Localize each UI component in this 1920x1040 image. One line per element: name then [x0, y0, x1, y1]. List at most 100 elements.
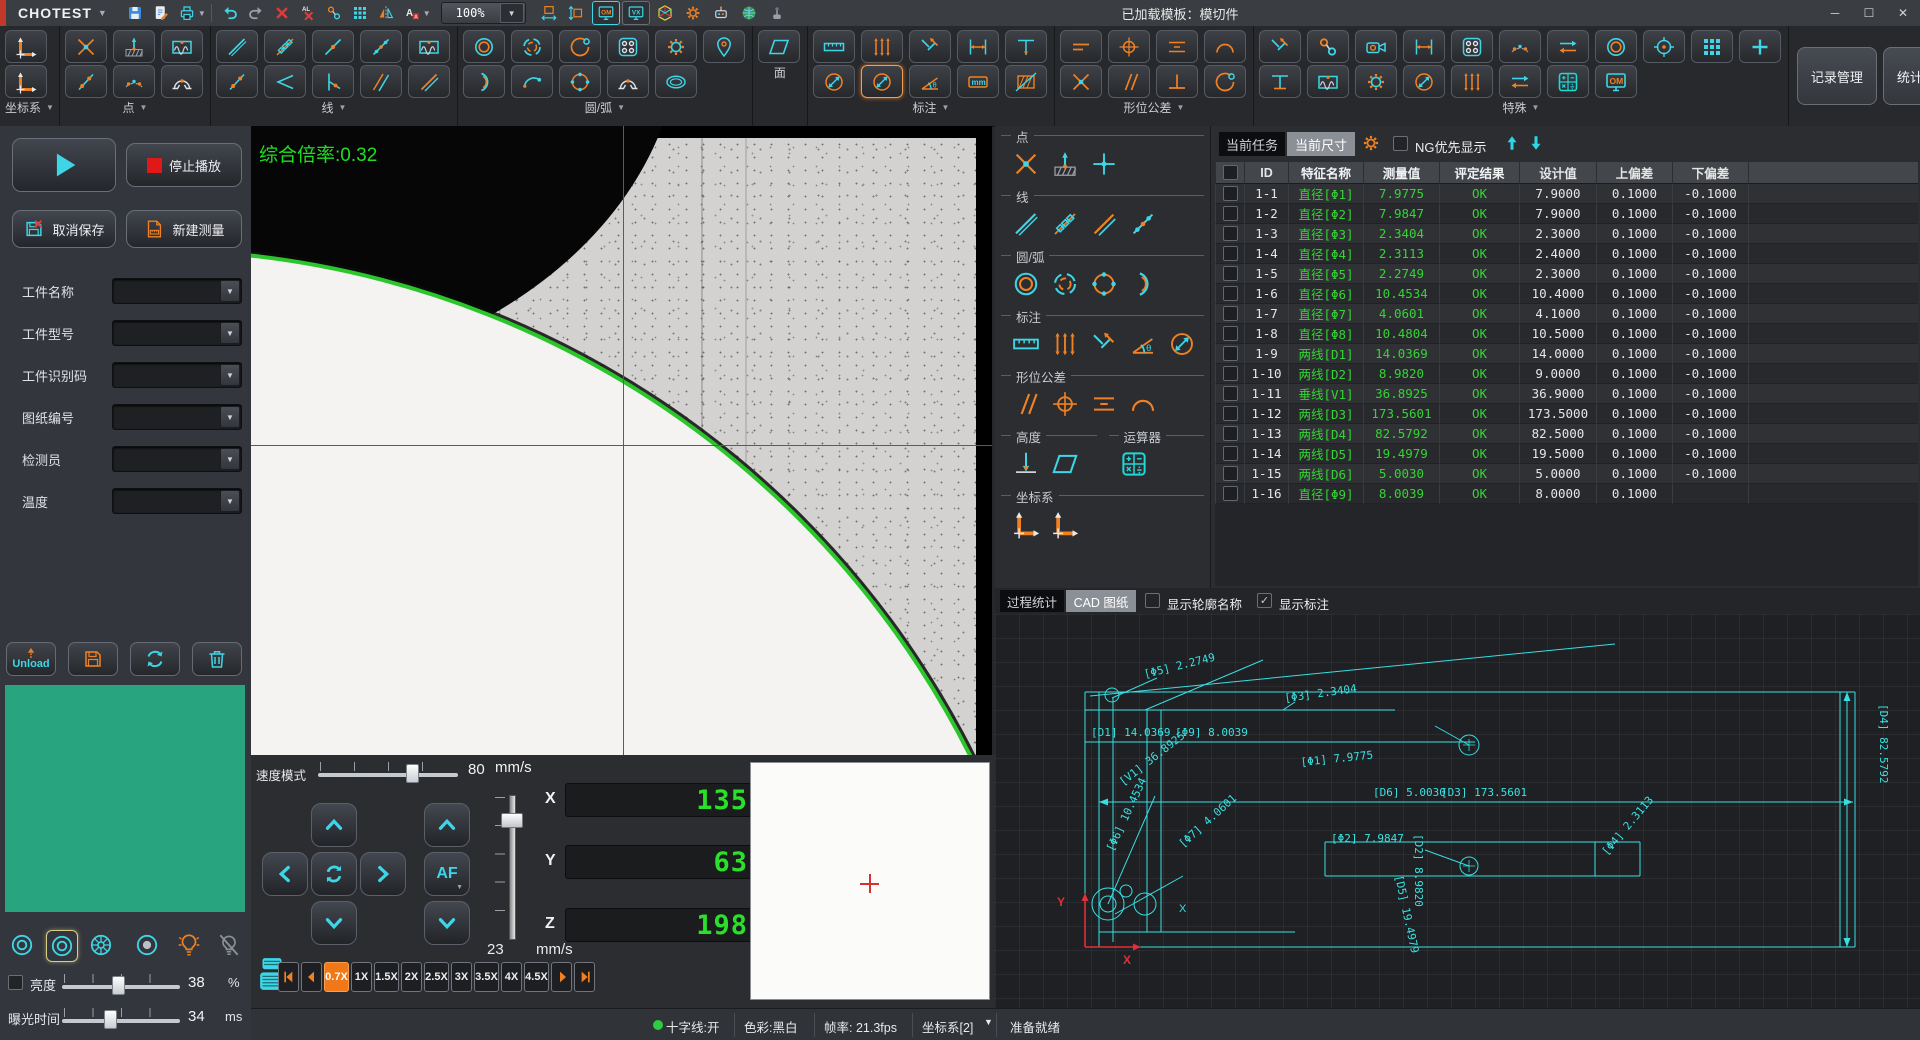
dimx-tool[interactable]	[1089, 329, 1119, 362]
redo-button[interactable]	[243, 2, 269, 24]
axis-tool[interactable]	[1011, 509, 1041, 542]
perpT-tool[interactable]	[1155, 65, 1198, 98]
lens-prev-button[interactable]	[301, 962, 322, 992]
delete-button[interactable]	[269, 2, 295, 24]
arco-tool[interactable]	[1203, 65, 1246, 98]
ell-tool[interactable]	[654, 65, 697, 98]
cycle-button[interactable]	[311, 852, 357, 896]
view-3d-button[interactable]	[652, 2, 678, 24]
plane-tool[interactable]	[757, 30, 800, 63]
cring-tool[interactable]	[1050, 269, 1080, 302]
chevron-down-icon[interactable]: ▼	[220, 490, 240, 512]
row-checkbox[interactable]	[1222, 386, 1238, 401]
chevron-down-icon[interactable]: ▼	[1176, 103, 1184, 112]
wavebox-tool[interactable]	[1306, 65, 1349, 98]
monom-tool[interactable]: OM	[1594, 65, 1637, 98]
ring-tool[interactable]	[1011, 269, 1041, 302]
dimh-tool[interactable]	[1402, 30, 1445, 63]
table-row[interactable]: 1-14 两线[D5] 19.4979 OK 19.5000 0.1000 -0.1000	[1215, 444, 1918, 464]
par-tool[interactable]	[1107, 65, 1150, 98]
cring-tool[interactable]	[510, 30, 553, 63]
arco-tool[interactable]	[558, 30, 601, 63]
dia-tool[interactable]	[1402, 65, 1445, 98]
dia-tool[interactable]	[860, 65, 903, 98]
target-tool[interactable]	[1642, 30, 1685, 63]
table-row[interactable]: 1-11 垂线[V1] 36.8925 OK 36.9000 0.1000 -0.1000	[1215, 384, 1918, 404]
zoom-level-2.5X[interactable]: 2.5X	[424, 962, 449, 992]
runq-tool[interactable]	[1203, 30, 1246, 63]
dims-settings-button[interactable]	[1361, 133, 1381, 156]
table-row[interactable]: 1-9 两线[D1] 14.0369 OK 14.0000 0.1000 -0.1000	[1215, 344, 1918, 364]
chevron-down-icon[interactable]: ▼	[220, 406, 240, 428]
slider-thumb[interactable]	[104, 1010, 118, 1029]
ribbon-group-label[interactable]: 特殊 ▼	[1259, 99, 1783, 116]
table-row[interactable]: 1-5 直径[Φ5] 2.2749 OK 2.3000 0.1000 -0.1000	[1215, 264, 1918, 284]
jog-y-minus-button[interactable]	[311, 901, 357, 945]
camera-view[interactable]: 综合倍率:0.32	[251, 126, 992, 755]
settings-gear-button[interactable]	[680, 2, 706, 24]
ring-light-inner-button[interactable]	[46, 930, 78, 962]
fanpts-tool[interactable]	[112, 65, 155, 98]
jog-x-plus-button[interactable]	[360, 852, 406, 896]
adim-tool[interactable]: θ	[908, 65, 951, 98]
chevron-down-icon[interactable]: ▼	[1531, 103, 1539, 112]
gearc-tool[interactable]	[654, 30, 697, 63]
autofocus-button[interactable]: AF ▼	[424, 852, 470, 896]
axis-tool[interactable]	[5, 65, 47, 98]
dots4-tool[interactable]	[606, 30, 649, 63]
new-measure-button[interactable]: 新建测量	[126, 210, 242, 248]
dimh-tool[interactable]	[956, 30, 999, 63]
pos-tool[interactable]	[1107, 30, 1150, 63]
table-row[interactable]: 1-2 直径[Φ2] 7.9847 OK 7.9000 0.1000 -0.1000	[1215, 204, 1918, 224]
ring-tool[interactable]	[1594, 30, 1637, 63]
table-row[interactable]: 1-12 两线[D3] 173.5601 OK 173.5000 0.1000 -0.100…	[1215, 404, 1918, 424]
dia-tool[interactable]	[1167, 329, 1197, 362]
gearc-tool[interactable]	[1354, 65, 1397, 98]
dashline-tool[interactable]	[1050, 209, 1080, 242]
zoom-level-4X[interactable]: 4X	[501, 962, 522, 992]
cad-canvas[interactable]: X Y X [Φ5] 2.2749 [Φ3] 2.3404 [D1] 14.0369 [Φ9…	[995, 614, 1920, 1008]
calc-tool[interactable]	[1119, 449, 1149, 482]
plane-tool[interactable]	[1050, 449, 1080, 482]
ng-priority-checkbox[interactable]	[1393, 136, 1408, 151]
jog-y-plus-button[interactable]	[311, 803, 357, 847]
angle-tool[interactable]	[263, 65, 306, 98]
row-checkbox[interactable]	[1222, 326, 1238, 341]
zoom-level-1X[interactable]: 1X	[351, 962, 372, 992]
jog-x-minus-button[interactable]	[262, 852, 308, 896]
coaxial-light-button[interactable]	[132, 930, 162, 960]
chevron-down-icon[interactable]: ▼	[423, 9, 431, 18]
dimx-tool[interactable]	[908, 30, 951, 63]
table-row[interactable]: 1-8 直径[Φ8] 10.4804 OK 10.5000 0.1000 -0.1000	[1215, 324, 1918, 344]
calc-tool[interactable]	[1546, 65, 1589, 98]
main-menu-button[interactable]: CHOTEST ▼	[10, 5, 118, 21]
tee-tool[interactable]	[1258, 65, 1301, 98]
row-checkbox[interactable]	[1222, 406, 1238, 421]
chevron-down-icon[interactable]: ▼	[499, 3, 524, 23]
cpts-tool[interactable]	[1089, 269, 1119, 302]
save-button[interactable]	[122, 2, 148, 24]
runq-tool[interactable]	[1128, 389, 1158, 422]
ribbon-group-label[interactable]: 坐标系 ▼	[5, 99, 54, 116]
row-checkbox[interactable]	[1222, 186, 1238, 201]
stage-map[interactable]	[750, 762, 990, 1000]
arcdot-tool[interactable]	[510, 65, 553, 98]
zoom-level-2X[interactable]: 2X	[401, 962, 422, 992]
table-row[interactable]: 1-1 直径[Φ1] 7.9775 OK 7.9000 0.1000 -0.1000	[1215, 184, 1918, 204]
pluspt-tool[interactable]	[1089, 149, 1119, 182]
stop-playback-button[interactable]: 停止播放	[126, 143, 242, 187]
sym-tool[interactable]	[1089, 389, 1119, 422]
chevron-down-icon[interactable]: ▼	[984, 1017, 993, 1027]
part-navigation-preview[interactable]	[5, 685, 245, 912]
records-manager-button[interactable]: 记录管理	[1796, 47, 1877, 105]
brightness-checkbox[interactable]	[8, 975, 23, 990]
row-checkbox[interactable]	[1222, 226, 1238, 241]
table-row[interactable]: 1-15 两线[D6] 5.0030 OK 5.0000 0.1000 -0.1000	[1215, 464, 1918, 484]
mirror-button[interactable]	[373, 2, 399, 24]
ring-light-outer-button[interactable]	[7, 930, 37, 960]
slider-thumb[interactable]	[111, 976, 125, 995]
lens-last-button[interactable]	[574, 962, 595, 992]
show-contour-checkbox[interactable]	[1145, 593, 1160, 608]
chevron-down-icon[interactable]: ▼	[220, 322, 240, 344]
pin-tool[interactable]	[702, 30, 745, 63]
